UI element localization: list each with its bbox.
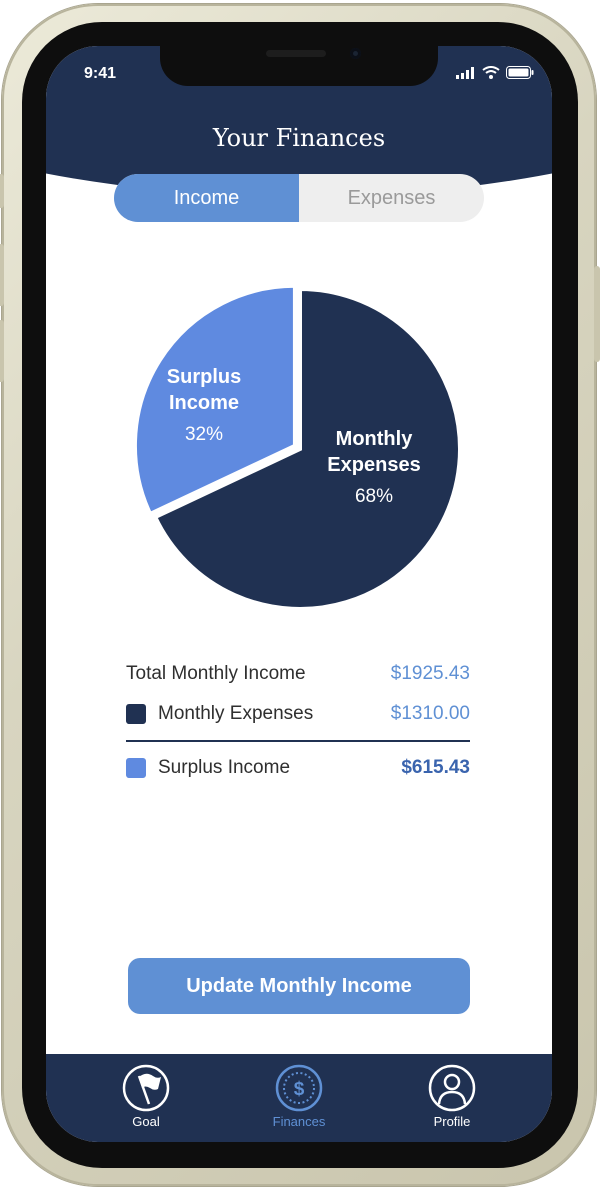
- tab-goal[interactable]: Goal: [101, 1064, 191, 1129]
- total-income-label: Total Monthly Income: [126, 663, 306, 684]
- expenses-label: Monthly Expenses: [158, 703, 314, 724]
- summary-row-surplus: Surplus Income $615.43: [126, 748, 470, 788]
- tab-finances[interactable]: $ Finances: [254, 1064, 344, 1129]
- flag-icon: [122, 1064, 170, 1112]
- income-expenses-toggle[interactable]: Income Expenses: [114, 174, 484, 222]
- signal-icon: [456, 66, 474, 79]
- pie-label-expenses-line2: Expenses: [327, 454, 421, 476]
- tab-expenses[interactable]: Expenses: [299, 174, 484, 222]
- pie-label-surplus-line1: Surplus: [166, 366, 242, 388]
- page-title: Your Finances: [212, 124, 386, 152]
- app-screen: 9:41 Your Finances Income Expenses Surpl…: [46, 46, 552, 1142]
- status-time: 9:41: [84, 65, 117, 82]
- tab-finances-label: Finances: [272, 1114, 326, 1129]
- mute-switch: [0, 174, 4, 208]
- speaker-grille: [266, 50, 326, 57]
- power-button: [594, 266, 600, 362]
- battery-icon: [506, 66, 534, 79]
- notch: [160, 46, 438, 86]
- pie-value-surplus: 32%: [184, 424, 224, 445]
- tab-income[interactable]: Income: [114, 174, 299, 222]
- surplus-legend-swatch: [126, 758, 146, 778]
- wifi-icon: [482, 66, 500, 79]
- tab-profile[interactable]: Profile: [407, 1064, 497, 1129]
- pie-label-surplus: Surplus Income 32%: [144, 364, 264, 448]
- summary-row-expenses: Monthly Expenses $1310.00: [126, 694, 470, 734]
- tab-goal-label: Goal: [132, 1114, 160, 1129]
- total-income-value: $1925.43: [390, 663, 470, 684]
- status-icons: [456, 66, 534, 79]
- pie-label-expenses: Monthly Expenses 68%: [314, 426, 434, 510]
- pie-value-expenses: 68%: [354, 486, 394, 507]
- volume-up-button: [0, 244, 4, 306]
- dollar-icon: $: [275, 1064, 323, 1112]
- income-summary: Total Monthly Income $1925.43 Monthly Ex…: [126, 654, 470, 788]
- pie-label-expenses-line1: Monthly: [335, 428, 413, 450]
- surplus-value: $615.43: [401, 757, 470, 778]
- expenses-legend-swatch: [126, 704, 146, 724]
- income-pie-chart: Surplus Income 32% Monthly Expenses 68%: [130, 283, 470, 614]
- user-icon: [428, 1064, 476, 1112]
- surplus-label: Surplus Income: [158, 757, 291, 778]
- bottom-tab-bar: Goal $ Finances Profile: [46, 1054, 552, 1142]
- update-monthly-income-button[interactable]: Update Monthly Income: [128, 958, 470, 1014]
- summary-divider: [126, 740, 470, 742]
- pie-label-surplus-line2: Income: [168, 392, 240, 414]
- summary-row-total: Total Monthly Income $1925.43: [126, 654, 470, 694]
- tab-profile-label: Profile: [433, 1114, 471, 1129]
- expenses-value: $1310.00: [390, 703, 470, 724]
- front-camera: [350, 48, 361, 59]
- volume-down-button: [0, 320, 4, 382]
- svg-text:$: $: [294, 1079, 305, 1100]
